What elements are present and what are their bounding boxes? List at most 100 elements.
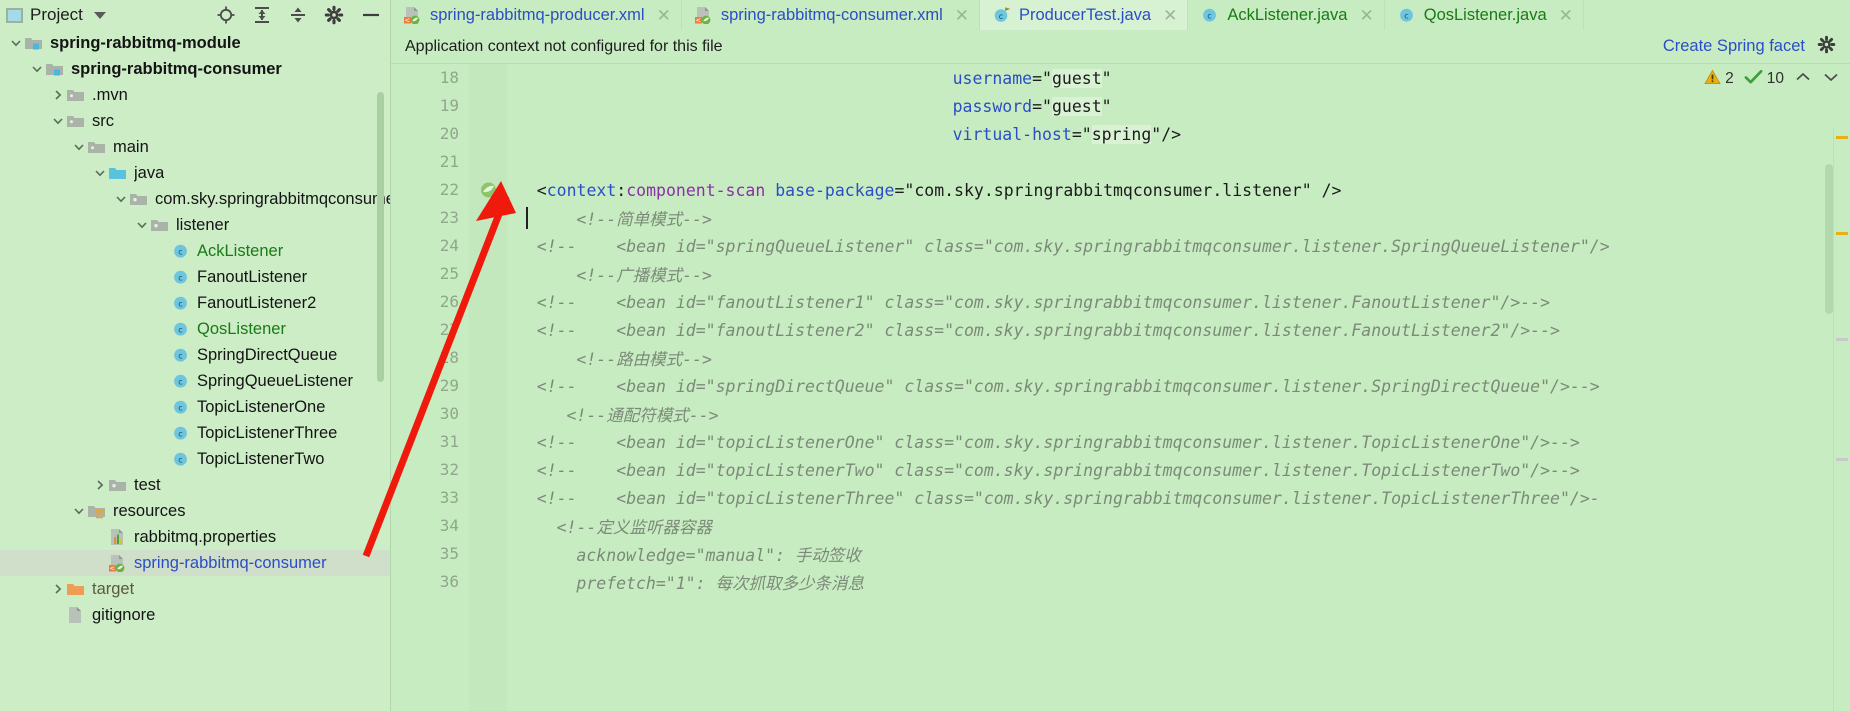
tree-item-target[interactable]: target [0, 576, 390, 602]
code-token: " [1101, 96, 1112, 116]
expand-all-icon[interactable] [252, 5, 272, 25]
tree-item-spring-rabbitmq-module[interactable]: spring-rabbitmq-module [0, 30, 390, 56]
tree-item-label: resources [113, 501, 186, 520]
code-token: virtual-host [952, 124, 1072, 144]
close-icon[interactable]: ✕ [955, 7, 969, 24]
chevron-down-icon[interactable] [113, 192, 129, 206]
svg-text:c: c [1208, 11, 1212, 20]
close-icon[interactable]: ✕ [1359, 7, 1373, 24]
stripe-info-mark[interactable] [1836, 338, 1848, 341]
chevron-up-icon[interactable] [1794, 70, 1812, 88]
stripe-info-mark[interactable] [1836, 458, 1848, 461]
tree-item-resources[interactable]: resources [0, 498, 390, 524]
package-icon [129, 190, 149, 208]
tree-item-topiclistenertwo[interactable]: c TopicListenerTwo [0, 446, 390, 472]
tree-item-spring-rabbitmq-consumer[interactable]: < spring-rabbitmq-consumer [0, 550, 390, 576]
code-line[interactable]: <!-- <bean id="fanoutListener2" class="c… [507, 316, 1850, 344]
code-line[interactable] [507, 148, 1850, 176]
spring-bean-icon[interactable] [469, 176, 507, 204]
code-line[interactable]: <!-- <bean id="topicListenerThree" class… [507, 484, 1850, 512]
code-line[interactable]: <!-- <bean id="fanoutListener1" class="c… [507, 288, 1850, 316]
tree-item-springdirectqueue[interactable]: c SpringDirectQueue [0, 342, 390, 368]
chevron-down-icon[interactable] [134, 218, 150, 232]
code-line[interactable]: prefetch="1": 每次抓取多少条消息 [507, 568, 1850, 596]
chevron-down-icon[interactable] [1822, 70, 1840, 88]
gear-icon[interactable] [1817, 35, 1836, 59]
create-spring-facet-link[interactable]: Create Spring facet [1663, 37, 1805, 56]
chevron-right-icon[interactable] [50, 582, 66, 596]
code-line[interactable]: <!-- <bean id="topicListenerOne" class="… [507, 428, 1850, 456]
tree-item--mvn[interactable]: .mvn [0, 82, 390, 108]
editor-tab-producertest-java[interactable]: c ProducerTest.java ✕ [980, 0, 1189, 30]
tree-item-main[interactable]: main [0, 134, 390, 160]
code-line[interactable]: acknowledge="manual": 手动签收 [507, 540, 1850, 568]
editor-tab-acklistener-java[interactable]: c AckListener.java ✕ [1188, 0, 1385, 30]
java-class-icon: c [171, 346, 191, 364]
locate-target-icon[interactable] [216, 5, 236, 25]
tree-item-listener[interactable]: listener [0, 212, 390, 238]
main-content: spring-rabbitmq-module spring-rabbitmq-co… [0, 30, 1850, 711]
stripe-warning-mark[interactable] [1836, 232, 1848, 235]
editor-error-stripe[interactable] [1833, 128, 1850, 711]
close-icon[interactable]: ✕ [657, 7, 671, 24]
svg-text:c: c [178, 247, 182, 256]
chevron-down-icon[interactable] [93, 11, 106, 19]
stripe-warning-mark[interactable] [1836, 136, 1848, 139]
inspection-warnings[interactable]: 2 [1704, 69, 1734, 90]
code-text-area[interactable]: username = " guest " password = " guest " virtual-… [507, 64, 1850, 711]
svg-text:c: c [178, 429, 182, 438]
tree-item-java[interactable]: java [0, 160, 390, 186]
code-line[interactable]: <!-- <bean id="topicListenerTwo" class="… [507, 456, 1850, 484]
tree-item-acklistener[interactable]: c AckListener [0, 238, 390, 264]
editor-tab-spring-rabbitmq-producer-xml[interactable]: < spring-rabbitmq-producer.xml ✕ [391, 0, 682, 30]
tree-item-topiclistenerone[interactable]: c TopicListenerOne [0, 394, 390, 420]
chevron-down-icon[interactable] [71, 504, 87, 518]
tree-item-springqueuelistener[interactable]: c SpringQueueListener [0, 368, 390, 394]
editor-tab-spring-rabbitmq-consumer-xml[interactable]: < spring-rabbitmq-consumer.xml ✕ [681, 0, 980, 30]
tree-item-spring-rabbitmq-consumer[interactable]: spring-rabbitmq-consumer [0, 56, 390, 82]
code-line[interactable]: <!-- <bean id="springQueueListener" clas… [507, 232, 1850, 260]
code-line[interactable]: <!--通配符模式--> [507, 400, 1850, 428]
code-editor[interactable]: 18 19 20 21 22 23 24 25 26 27 28 29 30 31 32 33 34 35 36 u… [391, 64, 1850, 711]
tree-item-test[interactable]: test [0, 472, 390, 498]
project-tree: spring-rabbitmq-module spring-rabbitmq-co… [0, 30, 390, 628]
close-icon[interactable]: ✕ [1163, 7, 1177, 24]
chevron-right-icon[interactable] [50, 88, 66, 102]
tree-item-fanoutlistener[interactable]: c FanoutListener [0, 264, 390, 290]
tree-item-label: QosListener [197, 319, 286, 338]
chevron-down-icon[interactable] [92, 166, 108, 180]
spring-xml-icon: < [108, 554, 128, 573]
tree-item-qoslistener[interactable]: c QosListener [0, 316, 390, 342]
tree-item-fanoutlistener2[interactable]: c FanoutListener2 [0, 290, 390, 316]
editor-vertical-scrollbar[interactable] [1825, 164, 1833, 314]
tree-item-com-sky-springrabbitmqconsumer[interactable]: com.sky.springrabbitmqconsumer [0, 186, 390, 212]
code-line[interactable]: <!--简单模式--> [507, 204, 1850, 232]
code-line[interactable]: <!--路由模式--> [507, 344, 1850, 372]
tree-item-rabbitmq-properties[interactable]: rabbitmq.properties [0, 524, 390, 550]
code-token: prefetch="1": 每次抓取多少条消息 [576, 574, 864, 593]
chevron-down-icon[interactable] [50, 114, 66, 128]
code-line[interactable]: <!-- <bean id="springDirectQueue" class=… [507, 372, 1850, 400]
inspection-widget[interactable]: 2 10 [1590, 64, 1850, 94]
chevron-down-icon[interactable] [29, 62, 45, 76]
tree-item-src[interactable]: src [0, 108, 390, 134]
chevron-down-icon[interactable] [71, 140, 87, 154]
close-icon[interactable]: ✕ [1559, 7, 1573, 24]
code-line[interactable]: virtual-host = " spring "/> [507, 120, 1850, 148]
tree-item-gitignore[interactable]: gitignore [0, 602, 390, 628]
project-tree-panel: spring-rabbitmq-module spring-rabbitmq-co… [0, 30, 390, 711]
chevron-down-icon[interactable] [8, 36, 24, 50]
code-line[interactable]: password = " guest " [507, 92, 1850, 120]
code-line[interactable]: <!--广播模式--> [507, 260, 1850, 288]
code-line[interactable]: <!--定义监听器容器 [507, 512, 1850, 540]
editor-tab-qoslistener-java[interactable]: c QosListener.java ✕ [1384, 0, 1584, 30]
collapse-all-icon[interactable] [288, 5, 308, 25]
chevron-right-icon[interactable] [92, 478, 108, 492]
project-panel-title[interactable]: Project [6, 5, 106, 25]
project-tree-scrollbar[interactable] [377, 92, 384, 382]
hide-panel-icon[interactable] [360, 5, 382, 25]
code-line[interactable]: < context: component-scan base-package = "co… [507, 176, 1850, 204]
inspection-ok[interactable]: 10 [1744, 69, 1784, 90]
tree-item-topiclistenerthree[interactable]: c TopicListenerThree [0, 420, 390, 446]
settings-gear-icon[interactable] [324, 5, 344, 25]
